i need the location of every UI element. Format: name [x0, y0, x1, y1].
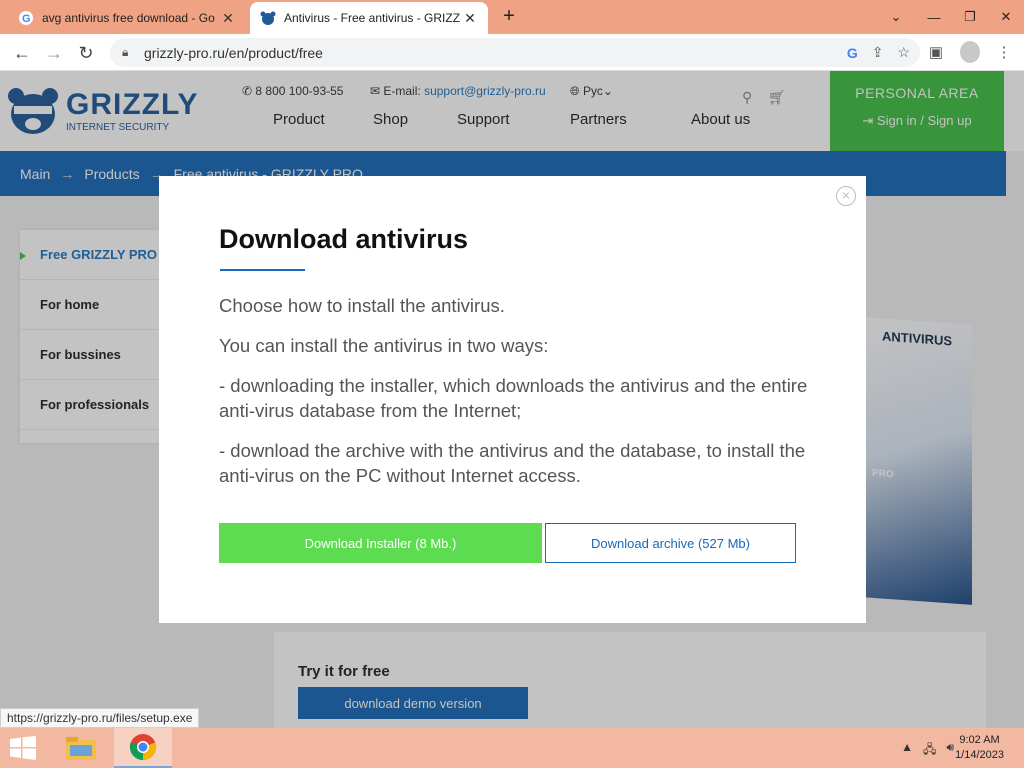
- windows-taskbar: ▲ 🖧 🔊︎ 9:02 AM 1/14/2023: [0, 728, 1024, 768]
- file-explorer-icon[interactable]: [52, 728, 110, 768]
- title-underline: [220, 269, 305, 271]
- profile-avatar[interactable]: [960, 41, 980, 63]
- download-modal: × Download antivirus Choose how to insta…: [159, 176, 866, 623]
- taskbar-clock[interactable]: 9:02 AM 1/14/2023: [955, 733, 1004, 763]
- back-icon[interactable]: ←: [10, 41, 34, 65]
- tab-search-chevron-icon[interactable]: ⌄: [876, 0, 916, 34]
- menu-kebab-icon[interactable]: ⋮: [994, 41, 1014, 63]
- modal-paragraph-2: You can install the antivirus in two way…: [219, 335, 549, 356]
- chrome-taskbar-icon[interactable]: [114, 728, 172, 768]
- close-tab-icon[interactable]: ✕: [462, 10, 478, 27]
- windows-start-icon[interactable]: [8, 736, 38, 760]
- lock-icon: 🔒︎: [122, 45, 129, 59]
- reload-icon[interactable]: ↻: [74, 41, 98, 65]
- download-archive-button[interactable]: Download archive (527 Mb): [545, 523, 796, 563]
- window-controls: ⌄ — ❐ ✕: [876, 0, 1024, 34]
- share-icon[interactable]: ⇪: [872, 44, 884, 61]
- svg-text:G: G: [22, 13, 31, 25]
- side-panel-icon[interactable]: ▣: [926, 41, 946, 63]
- tray-overflow-icon[interactable]: ▲: [901, 740, 913, 761]
- network-icon[interactable]: 🖧: [923, 740, 936, 761]
- minimize-icon[interactable]: —: [916, 0, 952, 34]
- address-bar[interactable]: 🔒︎ grizzly-pro.ru/en/product/free G ⇪ ☆: [110, 38, 920, 67]
- tab-google-search[interactable]: G avg antivirus free download - Go ✕: [8, 2, 246, 34]
- download-installer-button[interactable]: Download Installer (8 Mb.): [219, 523, 542, 563]
- url-text: grizzly-pro.ru/en/product/free: [144, 44, 323, 61]
- clock-time: 9:02 AM: [959, 734, 1000, 746]
- close-tab-icon[interactable]: ✕: [220, 10, 236, 27]
- google-lens-icon[interactable]: G: [847, 45, 858, 61]
- bookmark-star-icon[interactable]: ☆: [897, 44, 910, 61]
- modal-paragraph-3: - downloading the installer, which downl…: [219, 375, 808, 421]
- close-modal-icon[interactable]: ×: [836, 186, 856, 206]
- system-tray: ▲ 🖧 🔊︎: [901, 740, 954, 761]
- clock-date: 1/14/2023: [955, 749, 1004, 761]
- google-icon: G: [18, 10, 34, 26]
- browser-tab-bar: G avg antivirus free download - Go ✕ Ant…: [0, 0, 1024, 34]
- tab-title: Antivirus - Free antivirus - GRIZZ: [284, 11, 461, 25]
- grizzly-icon: [260, 10, 276, 26]
- tab-title: avg antivirus free download - Go: [42, 11, 215, 25]
- close-window-icon[interactable]: ✕: [988, 0, 1024, 34]
- browser-toolbar: ← → ↻ 🔒︎ grizzly-pro.ru/en/product/free …: [0, 34, 1024, 71]
- modal-paragraph-4: - download the archive with the antiviru…: [219, 440, 806, 486]
- modal-title: Download antivirus: [219, 224, 469, 254]
- modal-paragraph-1: Choose how to install the antivirus.: [219, 295, 505, 316]
- tab-grizzly[interactable]: Antivirus - Free antivirus - GRIZZ ✕: [250, 2, 488, 34]
- link-status-bubble: https://grizzly-pro.ru/files/setup.exe: [0, 708, 200, 728]
- new-tab-icon[interactable]: +: [498, 6, 520, 28]
- forward-icon[interactable]: →: [42, 41, 66, 65]
- restore-icon[interactable]: ❐: [952, 0, 988, 34]
- volume-icon[interactable]: 🔊︎: [946, 740, 954, 761]
